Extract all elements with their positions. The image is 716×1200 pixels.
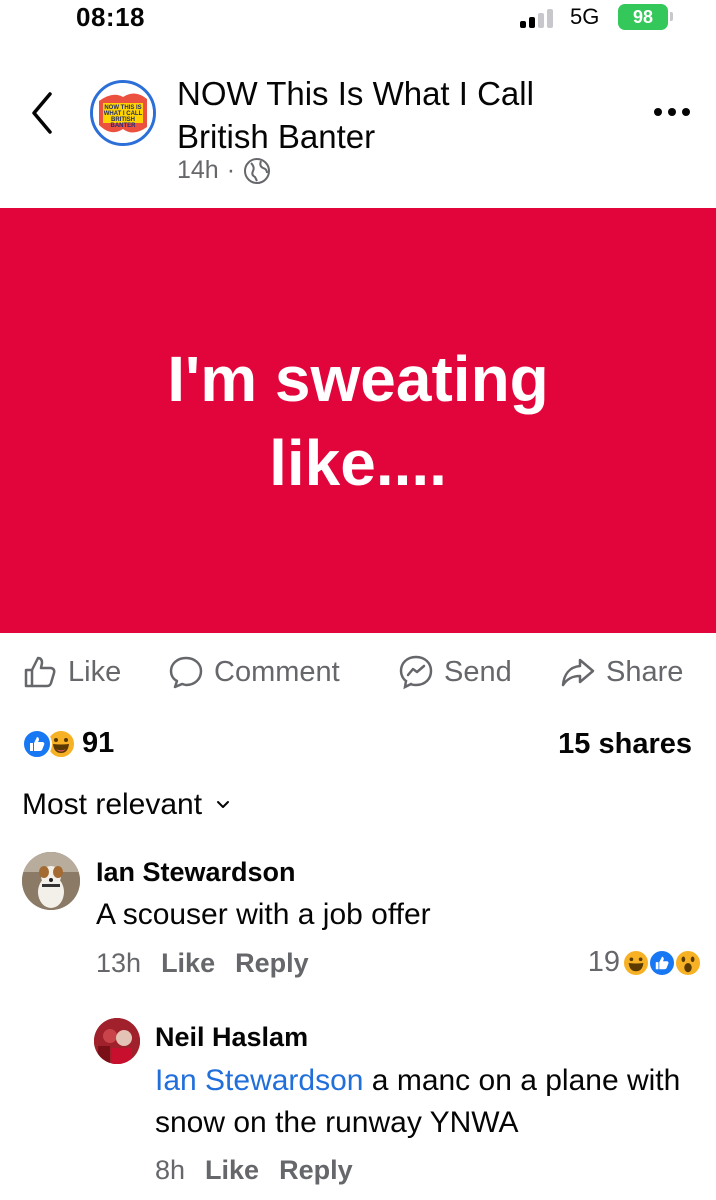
send-button[interactable]: Send: [398, 648, 512, 696]
avatar[interactable]: [94, 1018, 140, 1064]
wow-reaction-icon: [674, 948, 702, 977]
comment-actions: 8h Like Reply: [155, 1155, 353, 1186]
thumbs-up-icon: [24, 656, 56, 688]
comment-time: 13h: [96, 948, 142, 978]
status-time: 08:18: [76, 2, 145, 32]
signal-icon: [520, 9, 558, 28]
page-avatar[interactable]: NOW THIS IS WHAT I CALL BRITISH BANTER: [90, 80, 156, 146]
page-logo: NOW THIS IS WHAT I CALL BRITISH BANTER: [93, 83, 153, 143]
haha-reaction-icon: [622, 948, 650, 977]
like-reaction-icon: [22, 728, 52, 759]
share-arrow-icon: [561, 658, 595, 687]
messenger-icon: [399, 655, 433, 690]
action-bar: Like Comment Send Share: [0, 648, 716, 696]
like-button[interactable]: Like: [22, 648, 121, 696]
comment-author[interactable]: Ian Stewardson: [96, 857, 296, 888]
comment-author[interactable]: Neil Haslam: [155, 1022, 308, 1053]
comment-time: 8h: [155, 1155, 186, 1185]
chevron-down-icon: [217, 801, 230, 808]
send-label: Send: [444, 655, 512, 688]
post-text: I'm sweating like....: [167, 342, 549, 499]
page-name[interactable]: NOW This Is What I Call British Banter: [177, 72, 617, 158]
post-time[interactable]: 14h: [177, 156, 219, 185]
avatar[interactable]: [22, 852, 80, 910]
comment-text: Ian Stewardson a manc on a plane with sn…: [155, 1060, 695, 1144]
shares-count[interactable]: 15 shares: [558, 728, 692, 761]
mention-link[interactable]: Ian Stewardson: [155, 1064, 363, 1097]
comment-reply-button[interactable]: Reply: [279, 1155, 353, 1186]
sort-label: Most relevant: [22, 788, 203, 821]
like-reaction-icon: [648, 948, 676, 977]
battery-icon: 98: [618, 4, 668, 30]
post-image[interactable]: I'm sweating like....: [0, 208, 716, 633]
comment-sort-dropdown[interactable]: Most relevant: [22, 788, 230, 822]
comment-bubble-icon: [169, 656, 203, 689]
network-label: 5G: [570, 4, 600, 29]
post-meta: 14h ·: [177, 156, 271, 185]
ellipsis-icon: [654, 108, 690, 116]
back-button[interactable]: [24, 88, 64, 138]
comment-reply-button[interactable]: Reply: [235, 948, 309, 979]
comment-label: Comment: [214, 655, 340, 688]
chevron-left-icon: [32, 92, 52, 134]
battery-nub: [670, 12, 673, 21]
comment-actions: 13h Like Reply: [96, 948, 309, 979]
globe-icon: [244, 157, 271, 184]
comment-reaction-summary[interactable]: 19: [588, 946, 702, 979]
share-label: Share: [606, 655, 684, 688]
status-bar: 08:18 5G 98: [0, 0, 716, 40]
comment-reaction-count: 19: [587, 946, 620, 978]
meta-separator: ·: [226, 156, 236, 184]
dog-photo: [22, 852, 80, 910]
comment-like-button[interactable]: Like: [205, 1155, 259, 1186]
user-photo: [94, 1018, 140, 1064]
reaction-count: 91: [82, 727, 115, 759]
logo-line-4: BANTER: [111, 123, 137, 129]
comment-like-button[interactable]: Like: [161, 948, 215, 979]
comment-button[interactable]: Comment: [168, 648, 340, 696]
more-options-button[interactable]: [652, 100, 692, 124]
like-label: Like: [68, 655, 122, 688]
share-button[interactable]: Share: [560, 648, 683, 696]
reaction-summary[interactable]: 91: [22, 727, 114, 760]
comment-text: A scouser with a job offer: [96, 898, 431, 931]
